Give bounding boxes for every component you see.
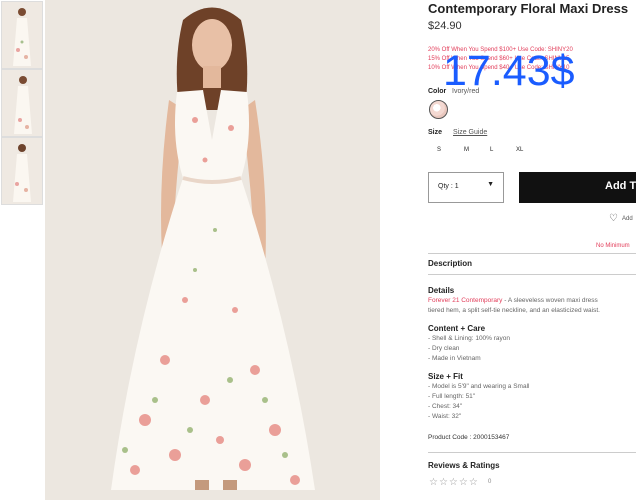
divider <box>428 253 636 254</box>
product-code: Product Code : 2000153467 <box>428 434 510 441</box>
minimum-notice: No Minimum <box>596 243 630 249</box>
size-fit-line: - Model is 5'9" and wearing a Small <box>428 383 530 390</box>
thumbnail-side[interactable] <box>1 69 43 137</box>
description-heading[interactable]: Description <box>428 259 472 268</box>
heart-icon[interactable]: ♡ <box>609 213 618 224</box>
details-text-line: tiered hem, a split self-tie neckline, a… <box>428 307 600 314</box>
brand-link[interactable]: Forever 21 Contemporary <box>428 297 502 304</box>
size-fit-line: - Chest: 34" <box>428 403 463 410</box>
size-fit-line: - Waist: 32" <box>428 413 462 420</box>
product-title: Contemporary Floral Maxi Dress <box>428 1 629 16</box>
thumbnail-back[interactable] <box>1 137 43 205</box>
color-label: Color <box>428 88 447 95</box>
details-heading: Details <box>428 286 455 295</box>
color-swatch[interactable] <box>429 100 448 119</box>
size-guide-link[interactable]: Size Guide <box>453 129 487 136</box>
content-line: - Made in Vietnam <box>428 355 481 362</box>
star-icon: ☆☆☆☆☆ <box>429 477 479 488</box>
size-option-s[interactable]: S <box>437 147 441 153</box>
product-image <box>45 0 380 500</box>
divider <box>428 274 636 275</box>
size-option-l[interactable]: L <box>490 147 493 153</box>
product-price: $24.90 <box>428 20 462 32</box>
review-count: 0 <box>488 479 492 485</box>
thumbnail-front[interactable] <box>1 1 43 69</box>
chevron-down-icon: ▼ <box>487 181 494 188</box>
reviews-heading[interactable]: Reviews & Ratings <box>428 461 500 470</box>
size-fit-heading: Size + Fit <box>428 372 463 381</box>
wishlist-label[interactable]: Add <box>622 216 633 222</box>
size-fit-line: - Full length: 51" <box>428 393 476 400</box>
content-care-heading: Content + Care <box>428 324 486 333</box>
content-line: - Shell & Lining: 100% rayon <box>428 335 511 342</box>
details-text: Forever 21 Contemporary - A sleeveless w… <box>428 297 598 304</box>
quantity-label: Qty : 1 <box>438 183 459 190</box>
size-label: Size <box>428 129 443 136</box>
details-text-line: - A sleeveless woven maxi dress <box>502 297 598 304</box>
quantity-select[interactable]: Qty : 1 ▼ <box>428 172 504 203</box>
size-option-m[interactable]: M <box>464 147 469 153</box>
content-line: - Dry clean <box>428 345 460 352</box>
add-to-bag-button[interactable]: Add T <box>519 172 636 203</box>
divider <box>428 452 636 453</box>
color-value: Ivory/red <box>452 88 480 95</box>
size-option-xl[interactable]: XL <box>516 147 523 153</box>
